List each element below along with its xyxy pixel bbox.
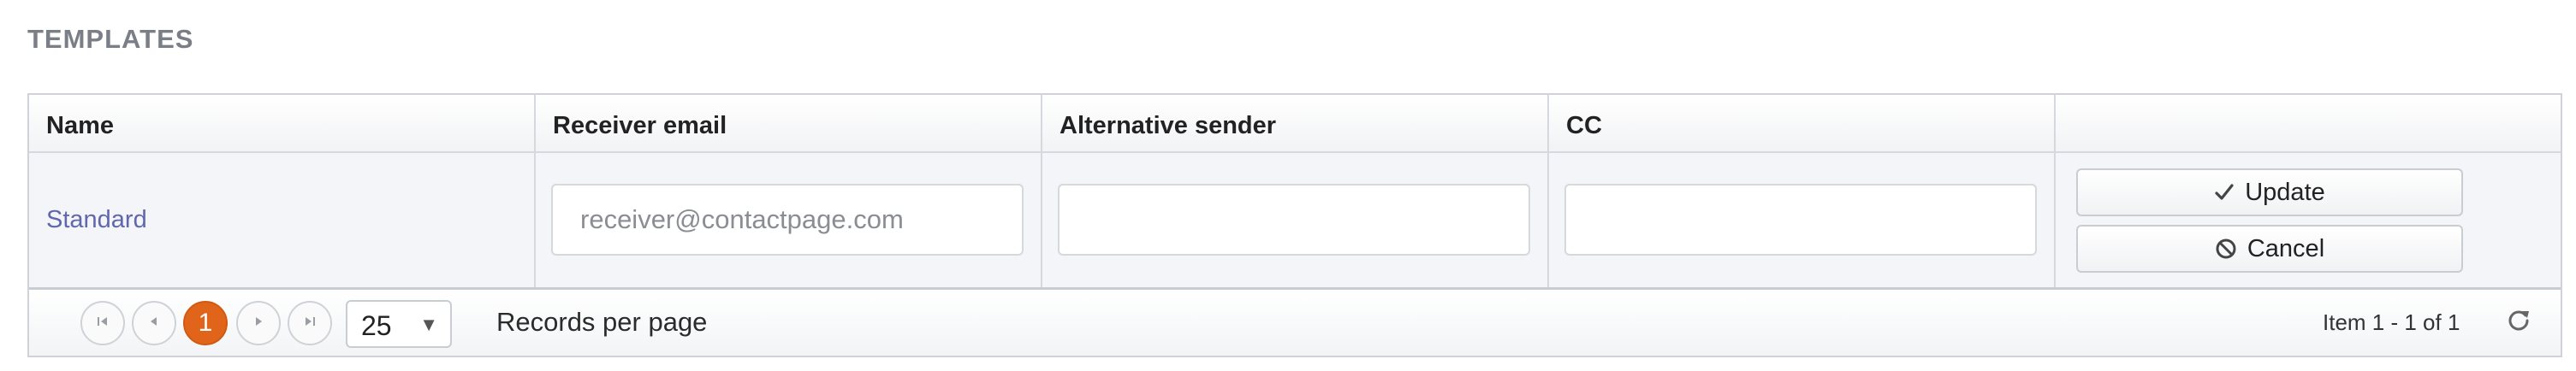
chevron-down-icon: ▼ xyxy=(419,314,438,335)
previous-page-button[interactable] xyxy=(132,301,176,345)
template-name-link[interactable]: Standard xyxy=(46,206,147,234)
first-page-button[interactable] xyxy=(80,301,125,345)
next-page-button[interactable] xyxy=(236,301,281,345)
update-button-label: Update xyxy=(2245,178,2325,206)
item-count-info: Item 1 - 1 of 1 xyxy=(2323,309,2460,335)
column-header-alternative-sender[interactable]: Alternative sender xyxy=(1059,112,1276,140)
grid-header: Name Receiver email Alternative sender C… xyxy=(29,95,2561,153)
column-header-receiver-email[interactable]: Receiver email xyxy=(553,112,727,140)
cancel-button[interactable]: Cancel xyxy=(2076,225,2463,273)
table-row: Standard Update Cancel xyxy=(29,153,2561,290)
first-page-icon xyxy=(94,313,111,334)
page-button-current[interactable]: 1 xyxy=(183,301,228,345)
previous-page-icon xyxy=(145,313,163,334)
cancel-button-label: Cancel xyxy=(2247,234,2325,262)
templates-grid: Name Receiver email Alternative sender C… xyxy=(27,93,2562,357)
cc-input[interactable] xyxy=(1564,184,2037,256)
alternative-sender-input[interactable] xyxy=(1058,184,1530,256)
checkmark-icon xyxy=(2214,182,2235,203)
update-button[interactable]: Update xyxy=(2076,168,2463,216)
last-page-icon xyxy=(301,313,318,334)
next-page-icon xyxy=(250,313,267,334)
refresh-icon[interactable] xyxy=(2506,308,2531,338)
current-page-number: 1 xyxy=(198,309,213,337)
pager: 1 25 ▼ Records per page Item 1 - 1 of 1 xyxy=(29,290,2561,356)
last-page-button[interactable] xyxy=(288,301,332,345)
records-per-page-label: Records per page xyxy=(496,307,708,337)
section-title: TEMPLATES xyxy=(27,24,194,54)
column-header-cc[interactable]: CC xyxy=(1566,112,1602,140)
column-header-name[interactable]: Name xyxy=(46,112,114,140)
receiver-email-input[interactable] xyxy=(551,184,1024,256)
page-size-value: 25 xyxy=(361,310,392,341)
page-size-dropdown[interactable]: 25 ▼ xyxy=(346,300,452,348)
cancel-icon xyxy=(2215,238,2237,260)
